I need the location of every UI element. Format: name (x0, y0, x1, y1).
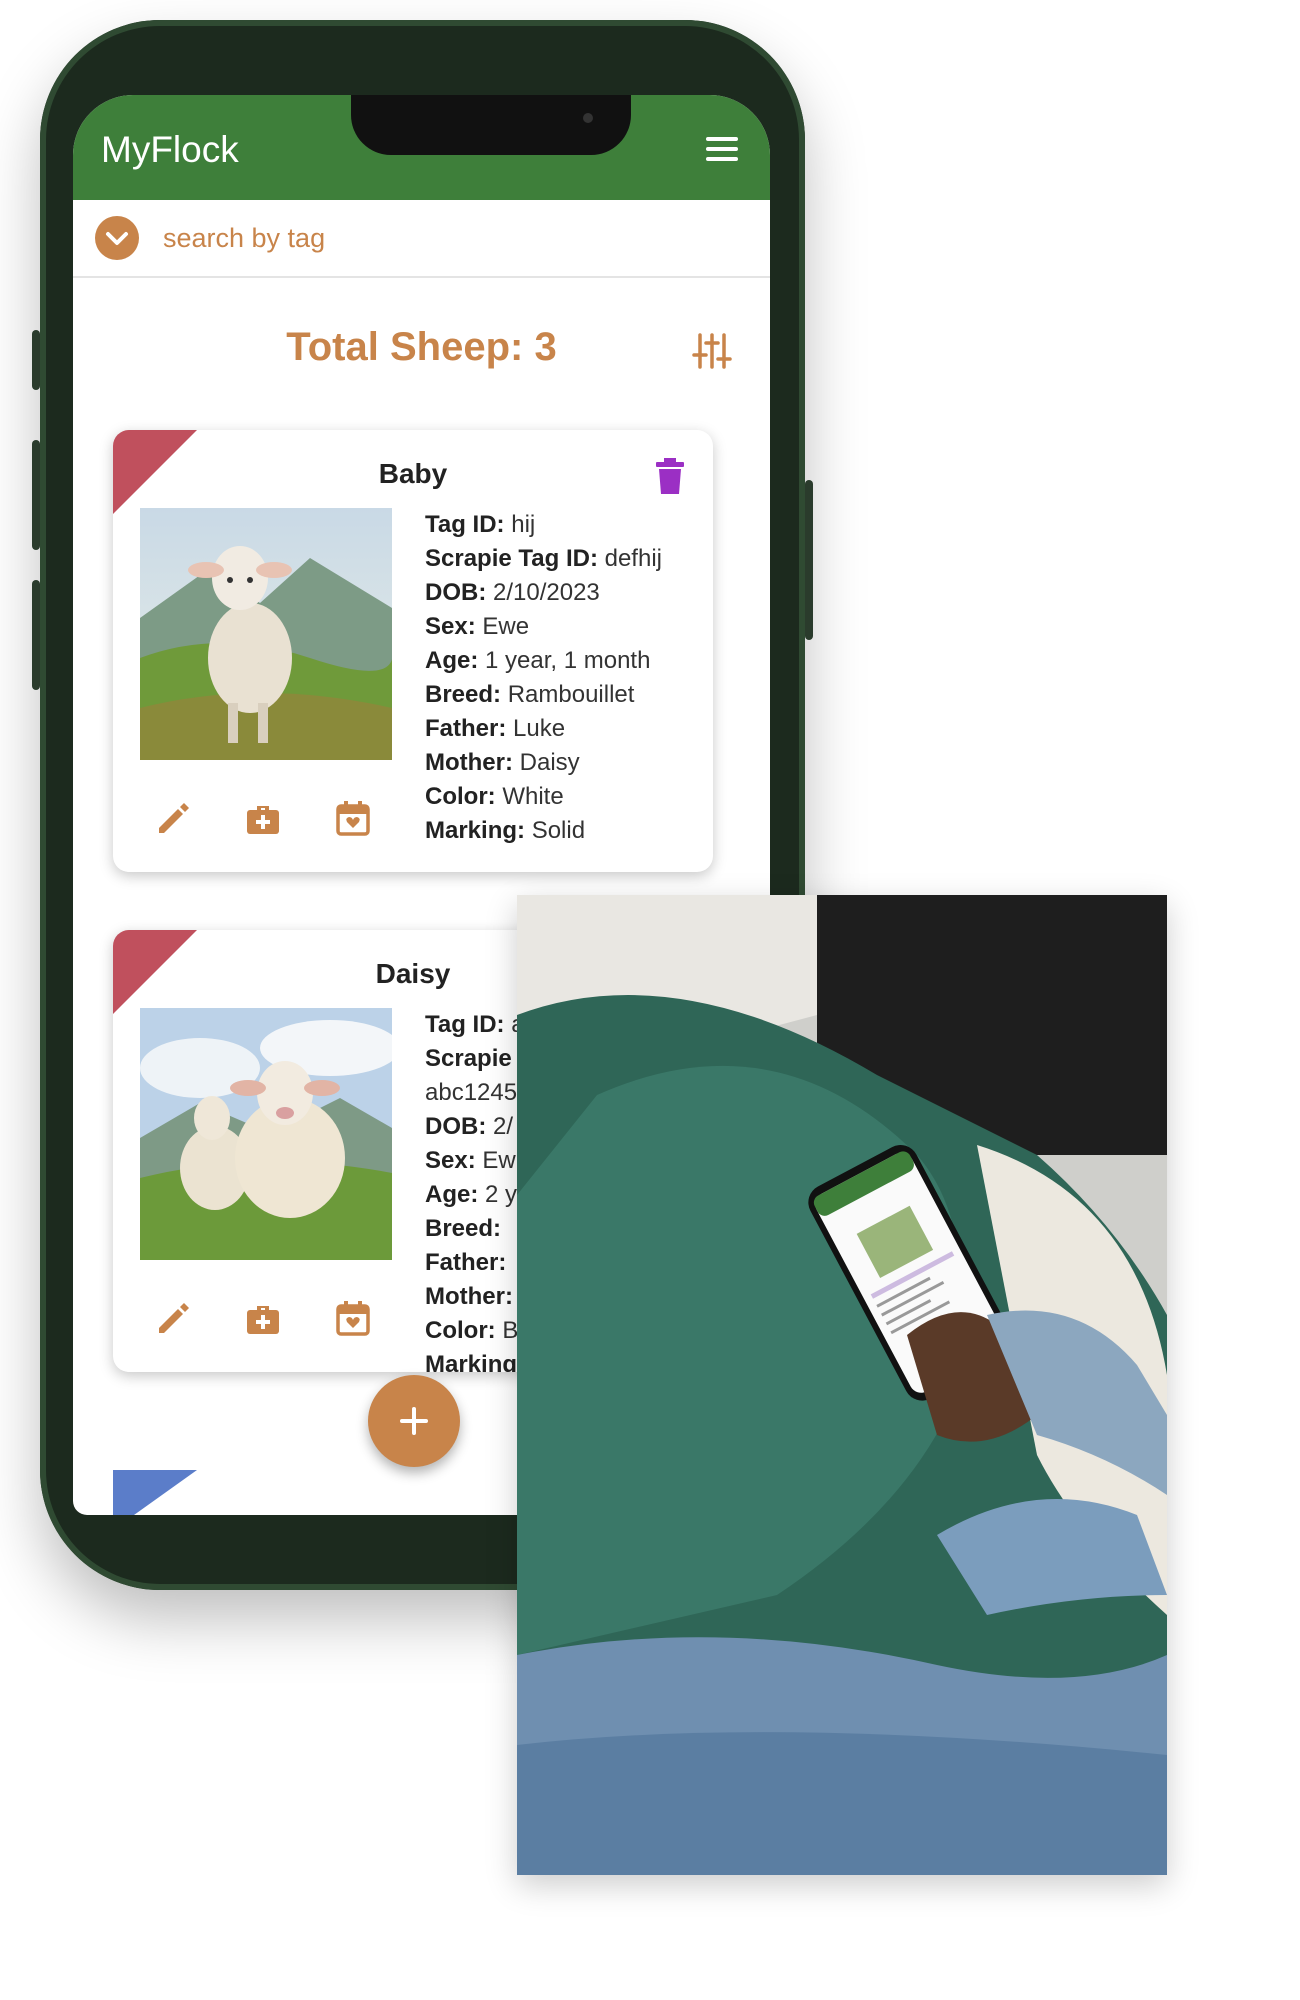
pencil-icon[interactable] (153, 1298, 193, 1338)
pencil-icon[interactable] (153, 798, 193, 838)
app-title: MyFlock (101, 129, 239, 170)
volume-down-button (32, 580, 40, 690)
chevron-down-icon (106, 232, 128, 245)
notch (351, 95, 631, 155)
add-sheep-button[interactable] (368, 1375, 460, 1467)
menu-icon[interactable] (706, 135, 740, 163)
detail-row: Tag ID: hij (425, 511, 536, 538)
power-button (805, 480, 813, 640)
detail-row: Scrapie Tag ID: defhij (425, 545, 662, 572)
volume-up-button (32, 440, 40, 550)
card-actions (153, 798, 383, 842)
search-bar (73, 200, 770, 278)
lifestyle-photo (517, 895, 1167, 1875)
mute-switch (32, 330, 40, 390)
sheep-details: Tag ID: hij Scrapie Tag ID: defhij DOB: … (425, 508, 705, 848)
camera-dot (583, 113, 593, 123)
medical-bag-icon[interactable] (243, 1298, 283, 1338)
total-sheep-count: Total Sheep: 3 (286, 325, 557, 369)
detail-row: Sex: Ewe (425, 613, 530, 640)
calendar-icon[interactable] (333, 798, 373, 838)
detail-row: Mother: Daisy (425, 749, 580, 776)
detail-row: Color: White (425, 783, 564, 810)
detail-row: Marking: Solid (425, 817, 586, 844)
card-actions (153, 1298, 383, 1342)
search-input[interactable] (161, 214, 725, 262)
trash-icon[interactable] (655, 458, 685, 494)
plus-icon (400, 1407, 428, 1435)
card-corner-marker (113, 1470, 197, 1515)
sheep-photo (140, 1008, 392, 1260)
sheep-card-baby[interactable]: Baby Tag ID: hij Scrapie Tag ID: defhij … (113, 430, 713, 872)
sheep-name: Baby (378, 458, 448, 489)
sliders-icon[interactable] (692, 331, 732, 371)
detail-row: Father: Luke (425, 715, 566, 742)
calendar-icon[interactable] (333, 1298, 373, 1338)
medical-bag-icon[interactable] (243, 798, 283, 838)
search-toggle-button[interactable] (95, 216, 139, 260)
sheep-photo (140, 508, 392, 760)
detail-row: Breed: Rambouillet (425, 681, 635, 708)
detail-row: Age: 1 year, 1 month (425, 647, 651, 674)
detail-row: DOB: 2/10/2023 (425, 579, 600, 606)
